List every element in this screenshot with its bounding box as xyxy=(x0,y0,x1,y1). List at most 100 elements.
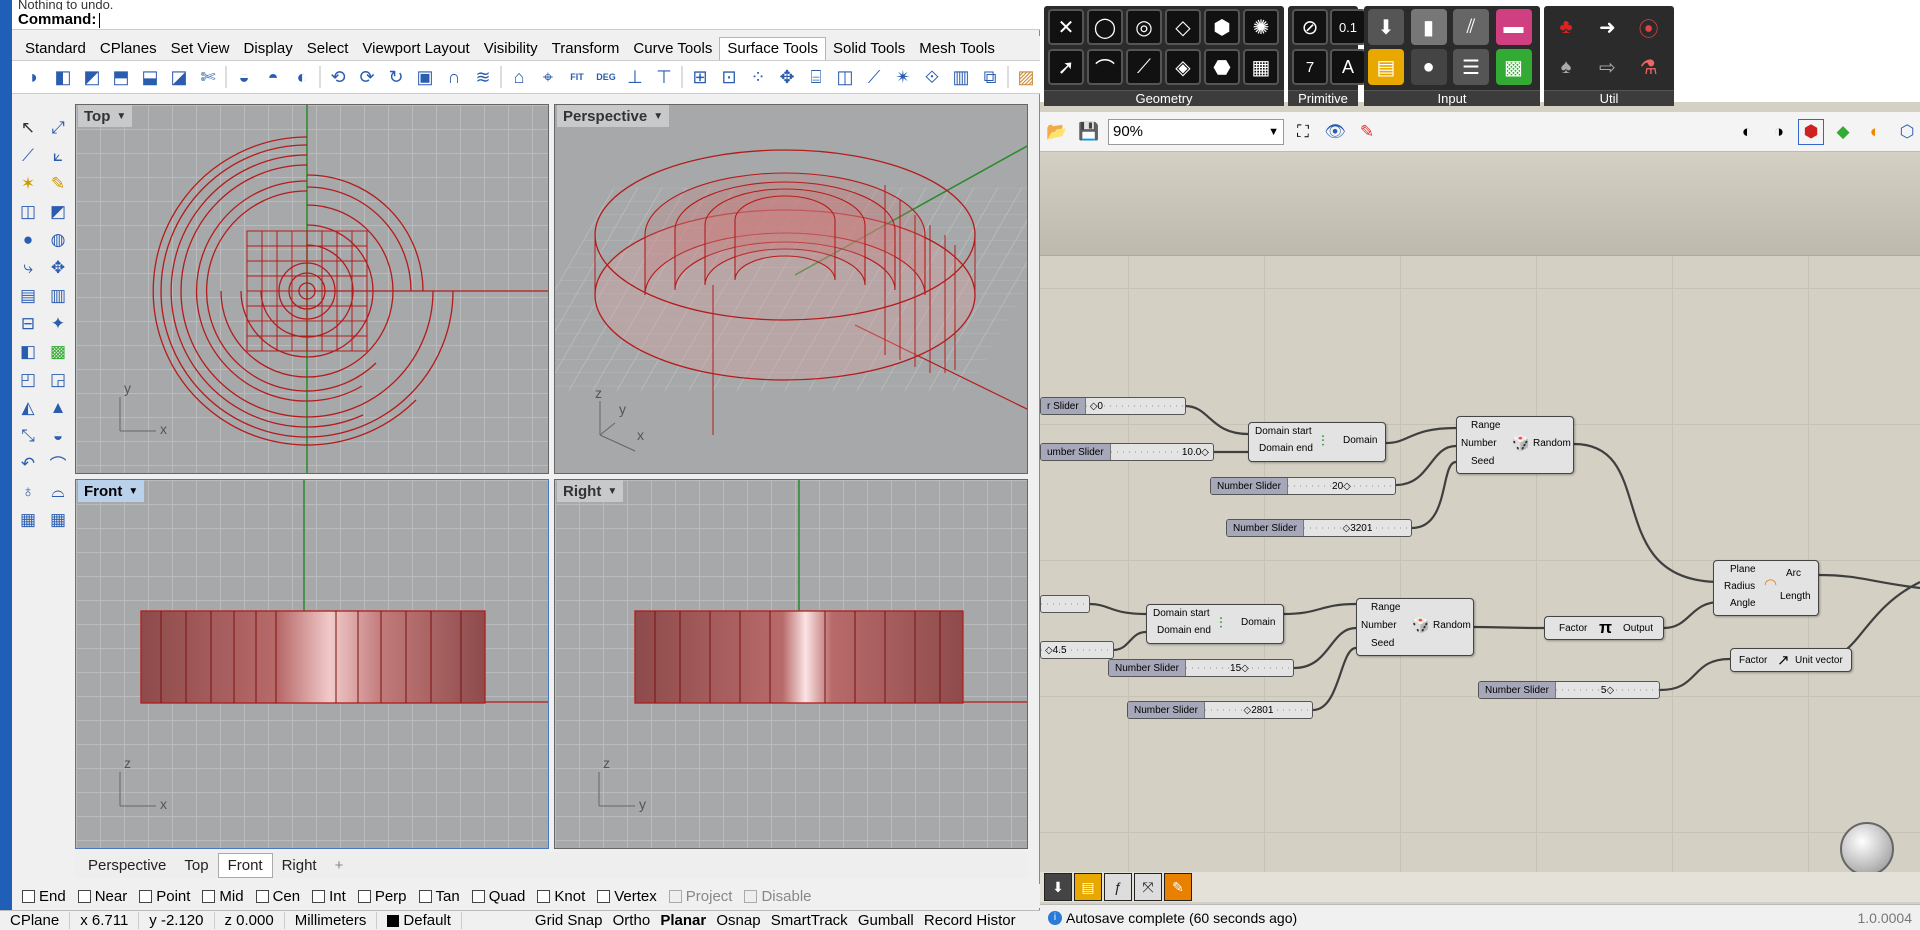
unit-z-component[interactable]: Factor ↗ Unit vector xyxy=(1730,648,1852,672)
wand-icon[interactable]: ✎ xyxy=(1164,873,1192,901)
apply-uv-curves-icon[interactable]: ⌖ xyxy=(536,65,560,89)
checkbox[interactable] xyxy=(139,890,153,904)
navigation-widget-icon[interactable] xyxy=(1840,822,1894,876)
random-component[interactable]: Range Number Seed 🎲 Random xyxy=(1356,598,1474,656)
viewport-title-perspective[interactable]: Perspective ▼ xyxy=(557,105,670,127)
checkbox[interactable] xyxy=(202,890,216,904)
tab-visibility[interactable]: Visibility xyxy=(477,38,545,60)
viewport-menu-icon[interactable]: ▼ xyxy=(653,111,663,122)
selected-preview-icon[interactable]: ⬢ xyxy=(1798,118,1824,145)
merge-edge-icon[interactable]: ⟳ xyxy=(355,65,379,89)
panel-label-geometry[interactable]: Geometry xyxy=(1044,90,1284,106)
mesh-face-param-icon[interactable]: ✺ xyxy=(1243,9,1279,45)
osnap-mid[interactable]: Mid xyxy=(202,888,244,905)
point-icon[interactable]: ⤢ xyxy=(44,114,72,141)
viewport-perspective[interactable]: z y x Perspective ▼ xyxy=(554,104,1028,474)
osnap-knot[interactable]: Knot xyxy=(537,888,585,905)
arc-options-icon[interactable]: ↶ xyxy=(14,450,42,477)
viewport-right[interactable]: z y Right ▼ xyxy=(554,479,1028,849)
cplane-indicator[interactable]: CPlane xyxy=(0,912,71,929)
loft-icon[interactable]: ✦ xyxy=(44,310,72,337)
construct-domain-component[interactable]: Domain start Domain end ⫶ Domain xyxy=(1146,604,1284,644)
transform-param-icon[interactable]: ⤧ xyxy=(1134,873,1162,901)
cluster-icon[interactable]: ⦿ xyxy=(1631,9,1667,45)
mesh-quality-icon[interactable]: ◆ xyxy=(1830,119,1856,145)
fit-surface-icon[interactable]: FIT xyxy=(565,65,589,89)
edit-points-icon[interactable]: ⊡ xyxy=(717,65,741,89)
osnap-vertex[interactable]: Vertex xyxy=(597,888,657,905)
rectangle-icon[interactable]: ▤ xyxy=(14,282,42,309)
diagnostic-icon[interactable]: ◫ xyxy=(833,65,857,89)
wireframe-preview-icon[interactable]: ◐ xyxy=(1734,119,1760,145)
gumball-icon[interactable]: ✥ xyxy=(775,65,799,89)
viewport-title-top[interactable]: Top ▼ xyxy=(78,105,133,127)
tab-viewport-layout[interactable]: Viewport Layout xyxy=(355,38,476,60)
circular-arc-param-icon[interactable]: ◎ xyxy=(1126,9,1162,45)
checkbox[interactable] xyxy=(255,890,269,904)
checkbox[interactable] xyxy=(418,890,432,904)
slider-input-icon[interactable]: ▮ xyxy=(1410,9,1447,45)
toggle-grid-snap[interactable]: Grid Snap xyxy=(532,912,606,929)
random-component[interactable]: Range Number Seed 🎲 Random xyxy=(1456,416,1574,474)
fillet-surface-icon[interactable]: ◗ xyxy=(22,65,46,89)
boolean-icon[interactable]: ▩ xyxy=(44,338,72,365)
layer-indicator[interactable]: Default xyxy=(377,912,462,929)
circle-icon[interactable]: ◫ xyxy=(14,198,42,225)
viewport-tab-right[interactable]: Right xyxy=(273,854,326,877)
light-icon[interactable]: ♁ xyxy=(14,478,42,505)
zebra-analysis-icon[interactable]: ▨ xyxy=(1014,65,1038,89)
checkbox[interactable] xyxy=(597,890,611,904)
solid-icon[interactable]: ◲ xyxy=(44,366,72,393)
squish-icon[interactable]: ▥ xyxy=(949,65,973,89)
tab-surface-tools[interactable]: Surface Tools xyxy=(719,37,826,60)
save-file-icon[interactable]: 💾 xyxy=(1076,119,1102,145)
tab-curve-tools[interactable]: Curve Tools xyxy=(626,38,719,60)
number-slider[interactable]: Number Slider ◇ 3201 xyxy=(1226,519,1412,537)
blend-surface-icon[interactable]: ⬓ xyxy=(138,65,162,89)
slider-track[interactable]: 5 ◇ xyxy=(1555,682,1659,698)
tab-select[interactable]: Select xyxy=(300,38,356,60)
split-edge-icon[interactable]: ⟲ xyxy=(326,65,350,89)
tab-standard[interactable]: Standard xyxy=(18,38,93,60)
dimension-icon[interactable]: ⌓ xyxy=(44,478,72,505)
zoom-select[interactable]: 90% ▼ xyxy=(1108,118,1284,145)
toggle-smarttrack[interactable]: SmartTrack xyxy=(768,912,851,929)
tab-display[interactable]: Display xyxy=(237,38,300,60)
number-slider[interactable]: Number Slider 15 ◇ xyxy=(1108,659,1294,677)
polygon-icon[interactable]: ◍ xyxy=(44,226,72,253)
slider-track[interactable]: ◇ 3201 xyxy=(1303,520,1411,536)
render-icon[interactable]: ▦ xyxy=(14,506,42,533)
select-arrow-icon[interactable]: ↖ xyxy=(14,114,42,141)
slider-track[interactable]: ◇ 2801 xyxy=(1204,702,1312,718)
panel-label-input[interactable]: Input xyxy=(1364,90,1540,106)
line-param-icon[interactable]: ⟋ xyxy=(1126,49,1162,85)
cone-icon[interactable]: ▲ xyxy=(44,394,72,421)
shrink-surface-icon[interactable]: ▣ xyxy=(413,65,437,89)
untrim-icon[interactable]: ◐ xyxy=(290,65,314,89)
variable-offset-icon[interactable]: ⬒ xyxy=(109,65,133,89)
shaded-preview-icon[interactable]: ◑ xyxy=(1766,119,1792,145)
osnap-cen[interactable]: Cen xyxy=(255,888,300,905)
viewport-menu-icon[interactable]: ▼ xyxy=(128,486,138,497)
number-slider[interactable] xyxy=(1040,595,1090,613)
text-param-icon[interactable]: A xyxy=(1330,49,1366,85)
grid-icon[interactable]: ▦ xyxy=(44,506,72,533)
mesh-icon[interactable]: ◭ xyxy=(14,394,42,421)
viewport-tab-perspective[interactable]: Perspective xyxy=(79,854,175,877)
toggle-planar[interactable]: Planar xyxy=(657,912,709,929)
unroll-icon[interactable]: ⟐ xyxy=(920,65,944,89)
tab-mesh-tools[interactable]: Mesh Tools xyxy=(912,38,1002,60)
box-icon[interactable]: ◧ xyxy=(14,338,42,365)
rebuild-edges-icon[interactable]: ↻ xyxy=(384,65,408,89)
number-param-icon[interactable]: 0.1 xyxy=(1330,9,1366,45)
chamfer-surface-icon[interactable]: ◪ xyxy=(167,65,191,89)
osnap-perp[interactable]: Perp xyxy=(357,888,407,905)
match-surface-icon[interactable]: ◒ xyxy=(232,65,256,89)
sphere-icon[interactable]: ◰ xyxy=(14,366,42,393)
osnap-near[interactable]: Near xyxy=(77,888,127,905)
viewport-title-front[interactable]: Front ▼ xyxy=(78,480,145,502)
smash-icon[interactable]: ⧉ xyxy=(978,65,1002,89)
viewport-front[interactable]: z x Front ▼ xyxy=(75,479,549,849)
arrow-param-icon[interactable]: ➚ xyxy=(1048,49,1084,85)
curve-param-icon[interactable]: ⌒ xyxy=(1087,49,1123,85)
